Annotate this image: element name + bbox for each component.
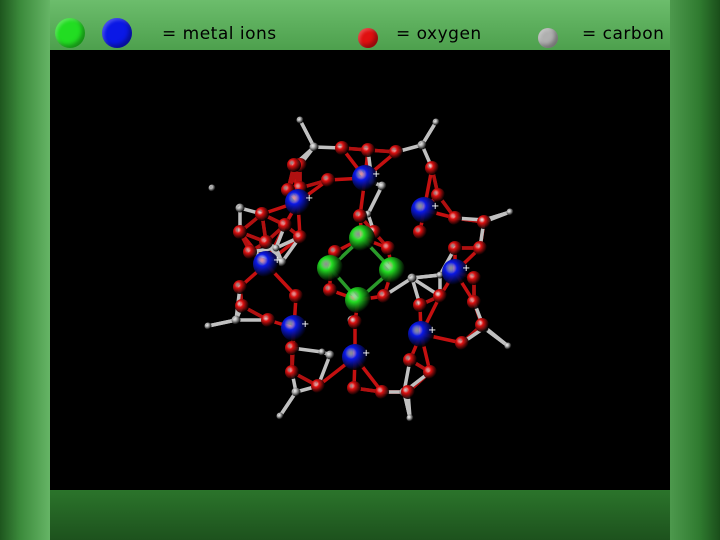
oxygen-atom bbox=[321, 173, 335, 187]
green-metal-ion bbox=[345, 287, 371, 313]
oxygen-atom bbox=[311, 379, 325, 393]
oxygen-atom bbox=[381, 241, 395, 255]
green-metal-ion bbox=[349, 225, 375, 251]
oxygen-atom bbox=[455, 336, 469, 350]
oxygen-atom bbox=[233, 225, 247, 239]
oxygen-atom bbox=[285, 365, 299, 379]
carbon-swatch bbox=[538, 28, 558, 48]
charge-marker: + bbox=[428, 325, 436, 336]
bond bbox=[482, 326, 510, 348]
carbon-atom bbox=[318, 348, 326, 356]
charge-marker: + bbox=[431, 201, 439, 212]
oxygen-atom bbox=[403, 353, 417, 367]
carbon-atom bbox=[296, 116, 304, 124]
carbon-atom bbox=[208, 184, 216, 192]
carbon-atom bbox=[272, 244, 280, 252]
charge-marker: + bbox=[301, 319, 309, 330]
oxygen-label: = oxygen bbox=[396, 24, 482, 44]
molecule-model: + + + + + + + + bbox=[204, 116, 514, 422]
oxygen-atom bbox=[448, 211, 462, 225]
oxygen-atom bbox=[287, 158, 301, 172]
oxygen-atom bbox=[261, 313, 275, 327]
carbon-atom bbox=[506, 208, 514, 216]
oxygen-atom bbox=[475, 318, 489, 332]
oxygen-atom bbox=[448, 241, 462, 255]
legend: = metal ions = oxygen = carbon bbox=[0, 16, 720, 50]
carbon-atom bbox=[406, 414, 414, 422]
green-metal-ion bbox=[317, 255, 343, 281]
carbon-atom bbox=[325, 350, 335, 360]
carbon-atom bbox=[417, 140, 427, 150]
oxygen-atom bbox=[348, 315, 362, 329]
oxygen-atom bbox=[255, 207, 269, 221]
charge-marker: + bbox=[273, 255, 281, 266]
oxygen-atom bbox=[278, 218, 292, 232]
oxygen-atom bbox=[259, 235, 273, 249]
oxygen-atom bbox=[473, 241, 487, 255]
oxygen-atom bbox=[425, 161, 439, 175]
green-metal-ion-swatch bbox=[55, 18, 85, 48]
carbon-atom bbox=[432, 118, 440, 126]
metal-ions-label: = metal ions bbox=[162, 24, 277, 44]
carbon-atom bbox=[407, 273, 417, 283]
carbon-atom bbox=[276, 412, 284, 420]
charge-marker: + bbox=[462, 263, 470, 274]
oxygen-atom bbox=[401, 385, 415, 399]
carbon-label: = carbon bbox=[582, 24, 665, 44]
carbon-atom bbox=[235, 203, 245, 213]
oxygen-atom bbox=[377, 289, 391, 303]
charge-marker: + bbox=[305, 193, 313, 204]
charge-marker: + bbox=[372, 169, 380, 180]
oxygen-atom bbox=[293, 230, 307, 244]
oxygen-atom bbox=[467, 295, 481, 309]
carbon-atom bbox=[377, 181, 387, 191]
carbon-atom bbox=[204, 322, 212, 330]
frame-bottom bbox=[0, 490, 720, 540]
carbon-atom bbox=[231, 315, 241, 325]
oxygen-atom bbox=[433, 289, 447, 303]
oxygen-atom bbox=[243, 245, 257, 259]
bond bbox=[298, 118, 316, 149]
bond bbox=[366, 184, 384, 216]
carbon-atom bbox=[291, 387, 301, 397]
oxygen-atom bbox=[353, 209, 367, 223]
oxygen-atom bbox=[335, 141, 349, 155]
oxygen-atom bbox=[413, 298, 427, 312]
oxygen-atom bbox=[285, 341, 299, 355]
frame-right bbox=[670, 0, 720, 540]
oxygen-atom bbox=[375, 385, 389, 399]
carbon-atom bbox=[504, 342, 512, 350]
oxygen-atom bbox=[431, 188, 445, 202]
oxygen-atom bbox=[323, 283, 337, 297]
oxygen-atom bbox=[423, 365, 437, 379]
blue-metal-ion-swatch bbox=[102, 18, 132, 48]
oxygen-atom bbox=[389, 145, 403, 159]
oxygen-atom bbox=[413, 225, 427, 239]
atoms: + + + + + + + + bbox=[204, 116, 514, 422]
oxygen-atom bbox=[233, 280, 247, 294]
charge-marker: + bbox=[362, 348, 370, 359]
carbon-atom bbox=[309, 142, 319, 152]
oxygen-atom bbox=[235, 299, 249, 313]
oxygen-atom bbox=[477, 215, 491, 229]
oxygen-atom bbox=[289, 289, 303, 303]
oxygen-atom bbox=[361, 143, 375, 157]
oxygen-atom bbox=[347, 381, 361, 395]
green-metal-ion bbox=[379, 257, 405, 283]
frame-left bbox=[0, 0, 50, 540]
oxygen-swatch bbox=[358, 28, 378, 48]
